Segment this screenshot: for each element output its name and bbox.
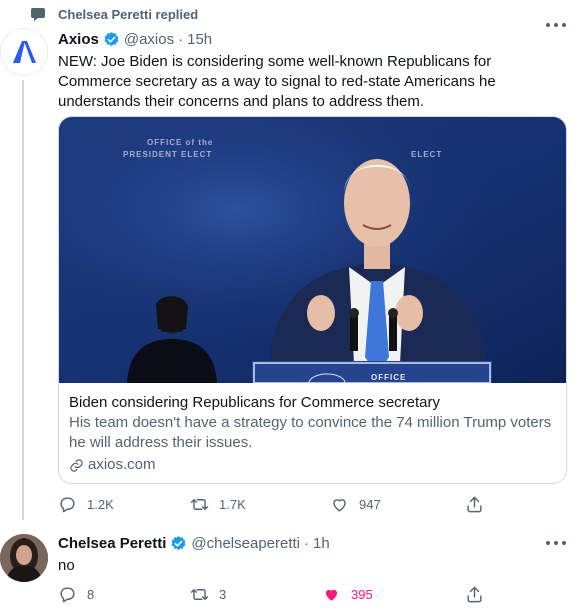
reply-icon (58, 585, 77, 604)
chelsea-avatar[interactable] (0, 534, 48, 582)
heart-filled-icon (322, 585, 341, 604)
speech-bubble-icon (30, 6, 46, 22)
svg-text:PRESIDENT ELECT: PRESIDENT ELECT (123, 150, 212, 159)
sign-right: ELECT (411, 150, 442, 159)
tweet-header: Axios @axios · 15h (58, 29, 212, 49)
tweet-header: Chelsea Peretti @chelseaperetti · 1h (58, 533, 330, 553)
retweet-icon (190, 495, 209, 514)
tweet-time[interactable]: 15h (187, 31, 212, 48)
link-icon (69, 458, 84, 473)
heart-icon (330, 495, 349, 514)
author-handle[interactable]: @axios (124, 31, 174, 48)
svg-text:OFFICE of the: OFFICE of the (147, 138, 213, 147)
card-domain-text: axios.com (88, 456, 156, 473)
retweet-count: 3 (219, 586, 227, 602)
like-button[interactable]: 947 (330, 494, 381, 514)
like-count: 395 (351, 586, 373, 602)
verified-badge-icon (170, 535, 187, 552)
more-options-icon[interactable] (546, 20, 566, 30)
tweet-text: no (58, 557, 75, 574)
axios-avatar[interactable] (0, 28, 48, 76)
separator-dot: · (178, 30, 184, 48)
axios-logo-icon (13, 41, 36, 63)
podium-text: OFFICE (371, 373, 406, 382)
card-description: His team doesn't have a strategy to conv… (69, 414, 552, 451)
retweet-button[interactable]: 1.7K (190, 494, 246, 514)
like-button[interactable]: 395 (322, 584, 373, 604)
author-name[interactable]: Chelsea Peretti (58, 535, 166, 552)
like-count: 947 (359, 496, 381, 512)
reply-count: 1.2K (87, 496, 114, 512)
author-handle[interactable]: @chelseaperetti (191, 535, 300, 552)
retweet-button[interactable]: 3 (190, 584, 226, 604)
podium: OFFICE (252, 361, 492, 383)
share-button[interactable] (465, 584, 484, 604)
card-title[interactable]: Biden considering Republicans for Commer… (69, 393, 556, 413)
card-image: OFFICE of the PRESIDENT ELECT ELECT OFFI… (59, 117, 566, 383)
link-card[interactable]: OFFICE of the PRESIDENT ELECT ELECT OFFI… (58, 116, 567, 484)
share-icon (465, 585, 484, 604)
verified-badge-icon (103, 31, 120, 48)
card-domain[interactable]: axios.com (69, 455, 556, 475)
retweet-icon (190, 585, 209, 604)
thread-line (22, 80, 24, 520)
reply-button[interactable]: 1.2K (58, 494, 114, 514)
retweet-count: 1.7K (219, 496, 246, 512)
reply-icon (58, 495, 77, 514)
tweet-time[interactable]: 1h (313, 535, 330, 552)
share-button[interactable] (465, 494, 484, 514)
more-options-icon[interactable] (546, 538, 566, 548)
share-icon (465, 495, 484, 514)
tweet-text: NEW: Joe Biden is considering some well-… (58, 53, 496, 110)
reply-count: 8 (87, 586, 95, 602)
separator-dot: · (304, 534, 310, 552)
author-name[interactable]: Axios (58, 31, 99, 48)
reply-context-text: Chelsea Peretti replied (58, 6, 199, 22)
reply-context[interactable]: Chelsea Peretti replied (30, 5, 198, 23)
reply-button[interactable]: 8 (58, 584, 94, 604)
